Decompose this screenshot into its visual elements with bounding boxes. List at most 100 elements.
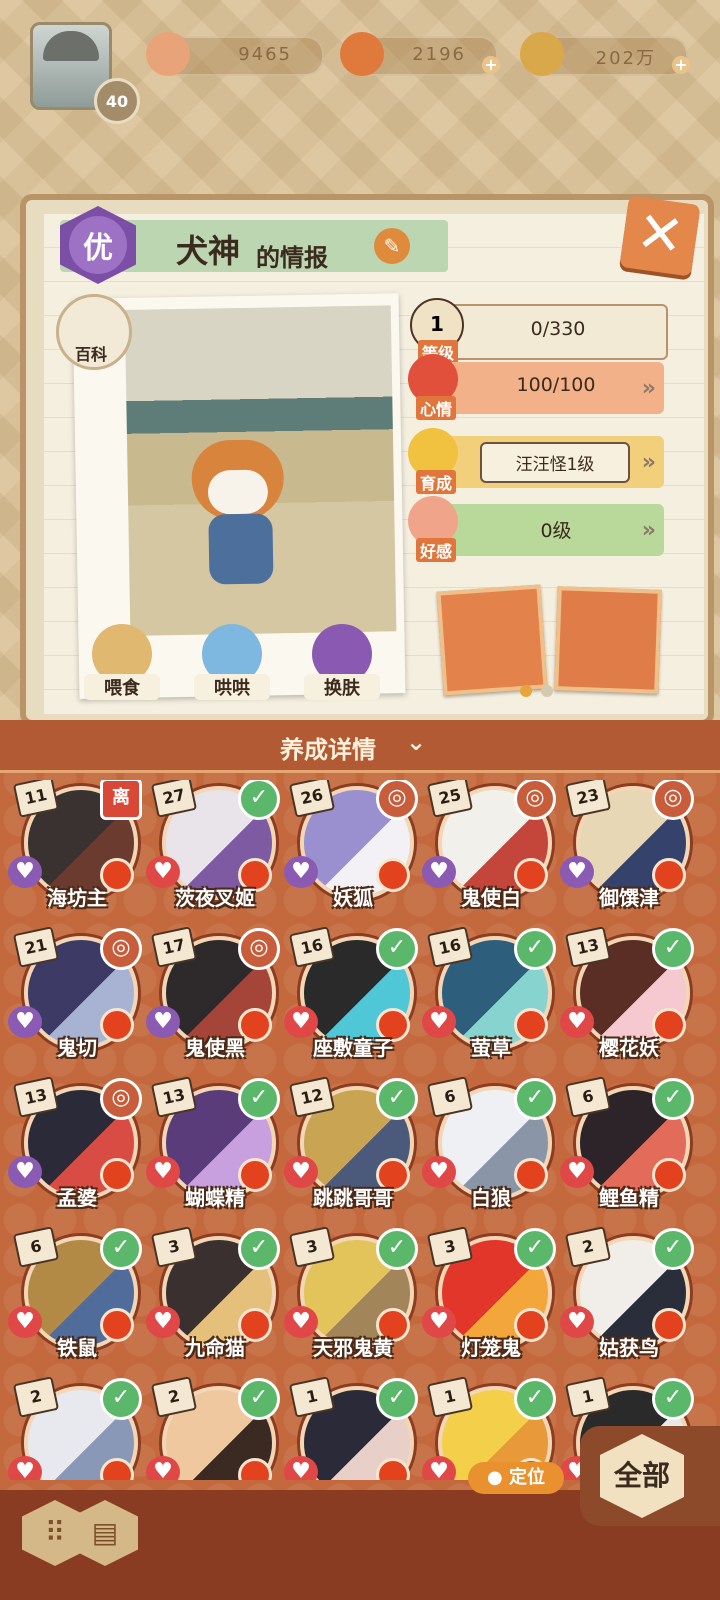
shikigami-name-label: 蝴蝶精 xyxy=(185,1186,245,1210)
checkmark-icon: ✓ xyxy=(238,780,280,820)
locate-button[interactable]: ● 定位 xyxy=(468,1462,564,1494)
checkmark-icon: ✓ xyxy=(100,1378,142,1420)
shikigami-card[interactable]: 2 ✓ ♥ 姑获鸟 xyxy=(560,1226,698,1380)
shikigami-name-label: 萤草 xyxy=(471,1036,511,1060)
shikigami-name-label: 樱花妖 xyxy=(599,1036,659,1060)
shikigami-name-label: 铁鼠 xyxy=(57,1336,97,1360)
page-dot xyxy=(541,685,554,697)
feed-label: 喂食 xyxy=(84,674,160,700)
dog-body xyxy=(208,513,274,585)
inugami-sprite[interactable] xyxy=(183,439,296,591)
add-stamina-button[interactable]: + xyxy=(482,56,500,74)
heart-icon: ♥ xyxy=(284,1456,318,1480)
checkmark-icon: ✓ xyxy=(514,1078,556,1120)
checkmark-icon: ✓ xyxy=(652,928,694,970)
skin-slot-2[interactable] xyxy=(554,586,662,694)
status-ring-icon: ◎ xyxy=(514,780,556,820)
close-button[interactable]: ✕ xyxy=(619,195,701,277)
checkmark-icon: ✓ xyxy=(238,1378,280,1420)
shikigami-card[interactable]: 13 ✓ ♥ 樱花妖 xyxy=(560,926,698,1080)
shikigami-card[interactable]: 3 ✓ ♥ 灯笼鬼 xyxy=(422,1226,560,1380)
status-ring-icon: ◎ xyxy=(376,780,418,820)
shikigami-card[interactable]: 6 ✓ ♥ 铁鼠 xyxy=(8,1226,146,1380)
shikigami-card[interactable]: 25 ◎ ♥ 鬼使白 xyxy=(422,780,560,930)
player-avatar[interactable]: 40 xyxy=(8,12,140,124)
shikigami-name-label: 白狼 xyxy=(471,1186,511,1210)
shikigami-card[interactable]: 6 ✓ ♥ 鲤鱼精 xyxy=(560,1076,698,1230)
detail-label: 养成详情 xyxy=(280,736,376,764)
stamina-resource[interactable]: 2196 + xyxy=(340,32,500,76)
stamina-icon xyxy=(340,32,384,76)
coin-resource[interactable]: 202万 + xyxy=(520,32,690,76)
shikigami-name-label: 姑获鸟 xyxy=(599,1336,659,1360)
status-ring-icon: ◎ xyxy=(100,1078,142,1120)
shikigami-card[interactable]: 27 ✓ ♥ 茨夜叉姬 xyxy=(146,780,284,930)
status-ring-icon: ◎ xyxy=(652,780,694,820)
feed-button[interactable]: 喂食 xyxy=(84,624,164,704)
shikigami-name-label: 跳跳哥哥 xyxy=(313,1186,393,1210)
shikigami-card[interactable]: 21 ◎ ♥ 鬼切 xyxy=(8,926,146,1080)
page-indicator xyxy=(520,682,557,701)
shikigami-card[interactable]: 12 ✓ ♥ 跳跳哥哥 xyxy=(284,1076,422,1230)
coax-button[interactable]: 哄哄 xyxy=(194,624,274,704)
shikigami-name-label: 妖狐 xyxy=(333,886,373,910)
skin-button[interactable]: 换肤 xyxy=(304,624,384,704)
growth-arrow-icon: » xyxy=(641,450,656,475)
shikigami-card[interactable]: 1 ✓ ♥ xyxy=(284,1376,422,1480)
shikigami-card[interactable]: 16 ✓ ♥ 萤草 xyxy=(422,926,560,1080)
status-ring-icon: ◎ xyxy=(238,928,280,970)
checkmark-icon: ✓ xyxy=(652,1078,694,1120)
filter-all-button[interactable]: 全部 xyxy=(580,1426,720,1526)
shikigami-name-label: 御馔津 xyxy=(599,886,659,910)
shikigami-card[interactable]: 26 ◎ ♥ 妖狐 xyxy=(284,780,422,930)
shikigami-card[interactable]: 2 ✓ ♥ xyxy=(146,1376,284,1480)
shikigami-card[interactable]: 16 ✓ ♥ 座敷童子 xyxy=(284,926,422,1080)
chevron-down-icon[interactable]: ⌄ xyxy=(406,728,426,756)
mood-stat[interactable]: 心情 100/100 » xyxy=(408,354,664,420)
shikigami-name-label: 茨夜叉姬 xyxy=(175,886,255,910)
shikigami-card[interactable]: 23 ◎ ♥ 御馔津 xyxy=(560,780,698,930)
skin-slot-1[interactable] xyxy=(436,584,548,696)
growth-stat[interactable]: 育成 汪汪怪1级 » xyxy=(408,428,664,494)
growth-value: 汪汪怪1级 xyxy=(480,442,630,483)
shikigami-name-label: 孟婆 xyxy=(57,1186,97,1210)
checkmark-icon: ✓ xyxy=(376,928,418,970)
add-coin-button[interactable]: + xyxy=(672,56,690,74)
checkmark-icon: ✓ xyxy=(100,1228,142,1270)
player-level-badge: 40 xyxy=(94,78,140,124)
shikigami-card[interactable]: 11 离 ♥ 海坊主 xyxy=(8,780,146,930)
shikigami-card[interactable]: 6 ✓ ♥ 白狼 xyxy=(422,1076,560,1230)
skin-label: 换肤 xyxy=(304,674,380,700)
checkmark-icon: ✓ xyxy=(238,1228,280,1270)
shikigami-name-label: 鲤鱼精 xyxy=(599,1186,659,1210)
edit-name-icon[interactable]: ✎ xyxy=(374,228,410,264)
shikigami-card[interactable]: 13 ◎ ♥ 孟婆 xyxy=(8,1076,146,1230)
status-ring-icon: ◎ xyxy=(100,928,142,970)
checkmark-icon: ✓ xyxy=(376,1228,418,1270)
affection-value: 0级 xyxy=(540,520,572,542)
shikigami-name-label: 灯笼鬼 xyxy=(461,1336,521,1360)
shikigami-name-label: 鬼切 xyxy=(57,1036,97,1060)
affection-stat[interactable]: 好感 0级 » xyxy=(408,496,664,562)
shikigami-card[interactable]: 2 ✓ ♥ xyxy=(8,1376,146,1480)
checkmark-icon: ✓ xyxy=(238,1078,280,1120)
filter-all-label: 全部 xyxy=(600,1434,684,1518)
mood-value: 100/100 xyxy=(516,374,596,396)
away-badge: 离 xyxy=(100,780,142,820)
affection-label: 好感 xyxy=(416,538,457,562)
coin-icon xyxy=(520,32,564,76)
shikigami-name-label: 天邪鬼黄 xyxy=(313,1336,393,1360)
encyclopedia-button[interactable]: 百科 xyxy=(56,294,132,370)
shikigami-name: 犬神 xyxy=(176,232,241,270)
shikigami-card[interactable]: 3 ✓ ♥ 九命猫 xyxy=(146,1226,284,1380)
checkmark-icon: ✓ xyxy=(514,1378,556,1420)
checkmark-icon: ✓ xyxy=(514,928,556,970)
shikigami-name-label: 九命猫 xyxy=(185,1336,245,1360)
level-value: 0/330 xyxy=(530,318,586,340)
dog-muzzle xyxy=(207,469,269,515)
shikigami-card[interactable]: 17 ◎ ♥ 鬼使黑 xyxy=(146,926,284,1080)
shikigami-card[interactable]: 13 ✓ ♥ 蝴蝶精 xyxy=(146,1076,284,1230)
jade-resource[interactable]: 9465 xyxy=(146,32,324,76)
shikigami-card[interactable]: 3 ✓ ♥ 天邪鬼黄 xyxy=(284,1226,422,1380)
level-stat: 1 等级 0/330 xyxy=(410,298,668,364)
